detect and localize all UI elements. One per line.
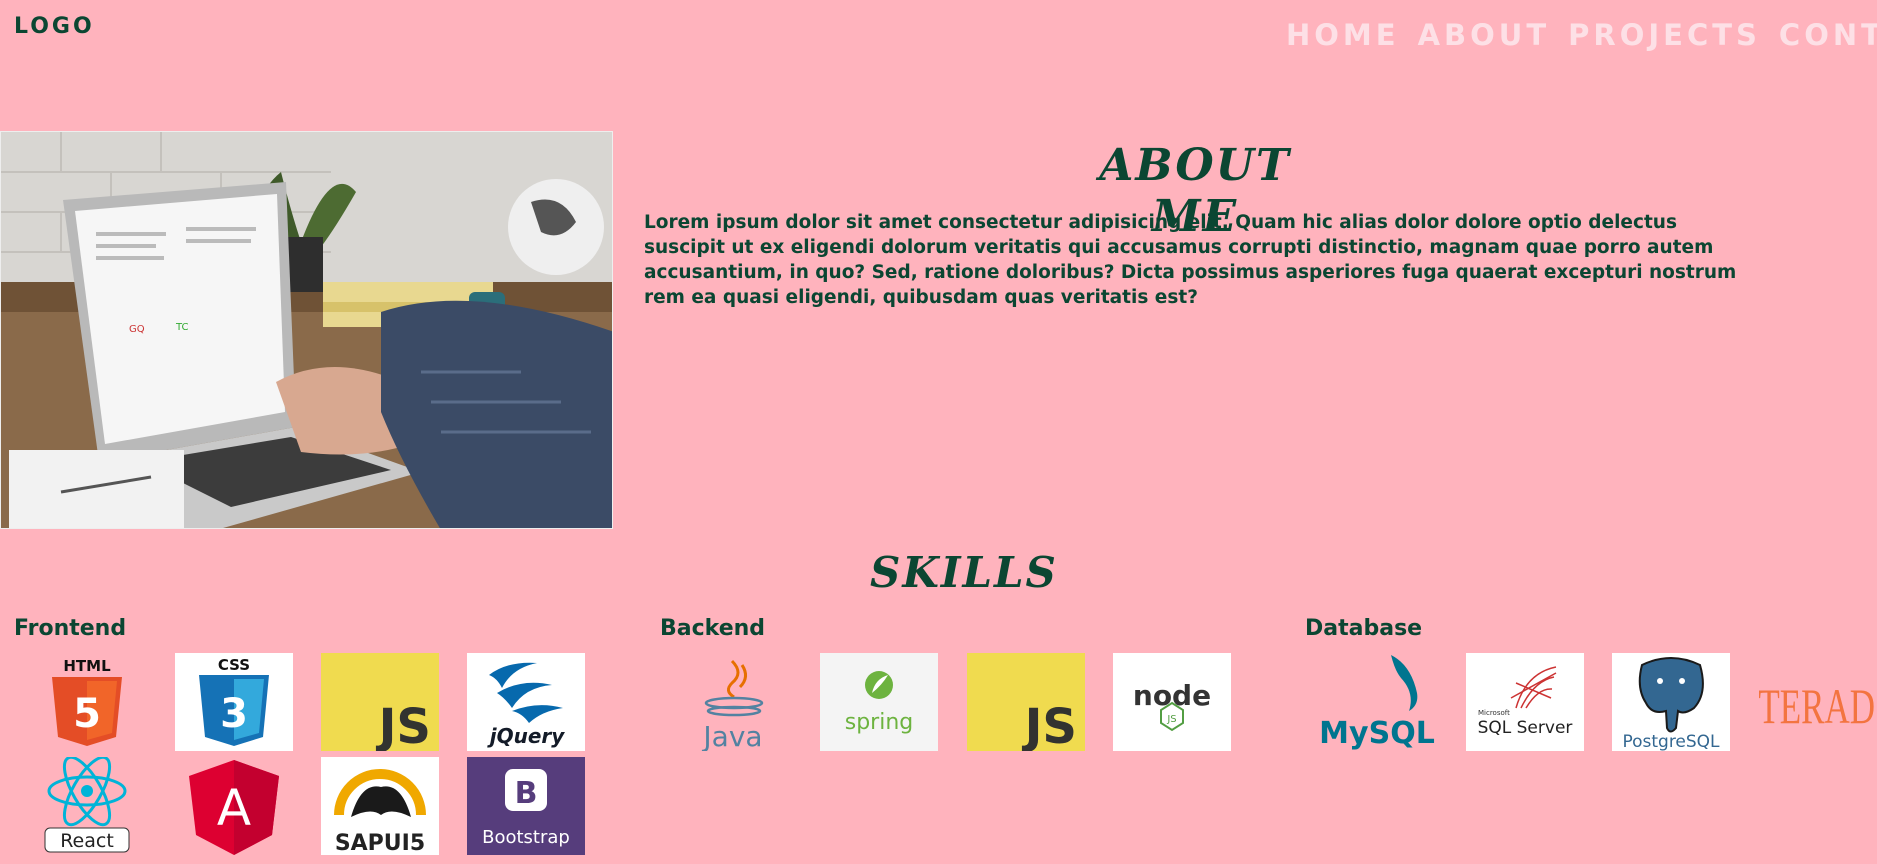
- bootstrap-label: Bootstrap: [482, 827, 570, 848]
- svg-text:TC: TC: [175, 322, 189, 333]
- nav-home-link[interactable]: HOME: [1286, 18, 1400, 52]
- bootstrap-b-label: B: [515, 776, 538, 811]
- postgresql-logo: PostgreSQL: [1612, 653, 1730, 751]
- nodejs-label: node: [1133, 679, 1211, 712]
- spring-logo: spring: [820, 653, 938, 751]
- main-nav: HOME ABOUT PROJECTS CONTACT: [1286, 18, 1877, 52]
- sapui5-label: SAPUI5: [335, 831, 425, 855]
- html5-label: HTML: [63, 657, 111, 675]
- postgresql-label: PostgreSQL: [1622, 732, 1720, 751]
- sqlserver-vendor-label: Microsoft: [1478, 709, 1510, 717]
- spring-label: spring: [845, 710, 914, 735]
- jquery-logo: jQuery: [467, 653, 585, 751]
- sapui5-logo: SAPUI5: [321, 757, 439, 855]
- angular-logo: A: [175, 757, 293, 855]
- jquery-label: jQuery: [487, 724, 566, 748]
- svg-text:5: 5: [73, 691, 101, 737]
- javascript-label: JS: [376, 699, 431, 751]
- react-logo: React: [28, 757, 146, 855]
- javascript-logo-backend: JS: [967, 653, 1085, 751]
- about-photo: GQ TC: [0, 131, 613, 529]
- java-logo: Java: [674, 653, 792, 751]
- nav-contact-link[interactable]: CONTACT: [1779, 18, 1877, 52]
- angular-label: A: [217, 779, 251, 837]
- javascript-logo: JS: [321, 653, 439, 751]
- teradata-logo: TERADATA: [1757, 653, 1875, 751]
- javascript-backend-label: JS: [1022, 699, 1077, 751]
- mysql-label: MySQL: [1319, 716, 1435, 751]
- nav-about-link[interactable]: ABOUT: [1418, 18, 1551, 52]
- category-database: Database: [1305, 616, 1423, 641]
- teradata-label: TERADATA: [1758, 680, 1875, 734]
- bootstrap-logo: B Bootstrap: [467, 757, 585, 855]
- category-backend: Backend: [660, 616, 766, 641]
- logo[interactable]: LOGO: [14, 14, 95, 39]
- java-label: Java: [701, 720, 762, 751]
- svg-text:GQ: GQ: [129, 324, 145, 335]
- nodejs-js-label: JS: [1166, 714, 1176, 725]
- nav-projects-link[interactable]: PROJECTS: [1568, 18, 1761, 52]
- sqlserver-label: SQL Server: [1478, 718, 1573, 738]
- about-paragraph: Lorem ipsum dolor sit amet consectetur a…: [644, 212, 1737, 308]
- skills-title: SKILLS: [870, 548, 1058, 597]
- html5-logo: HTML 5: [28, 653, 146, 751]
- svg-text:3: 3: [220, 691, 248, 737]
- mysql-logo: MySQL: [1319, 653, 1437, 751]
- sqlserver-logo: Microsoft SQL Server: [1466, 653, 1584, 751]
- laptop-desk-illustration: GQ TC: [1, 132, 612, 528]
- css3-logo: CSS 3: [175, 653, 293, 751]
- react-label: React: [60, 830, 114, 852]
- css3-label: CSS: [218, 656, 250, 674]
- nodejs-logo: node JS: [1113, 653, 1231, 751]
- category-frontend: Frontend: [14, 616, 127, 641]
